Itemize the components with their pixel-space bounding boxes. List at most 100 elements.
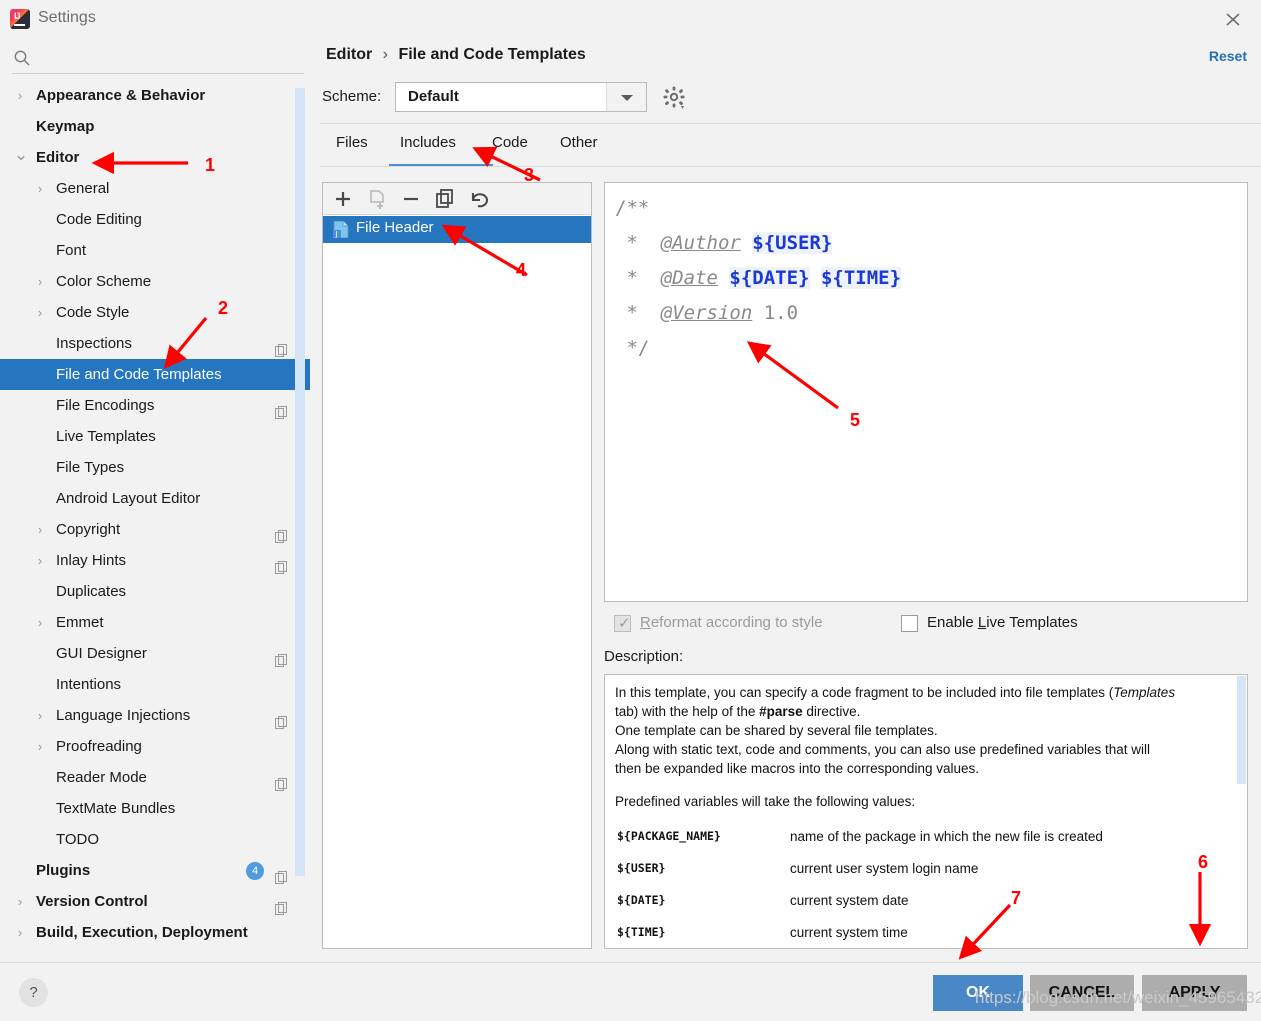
annotation-number-2: 2 xyxy=(218,298,229,318)
annotation-number-6: 6 xyxy=(1198,852,1209,872)
live-templates-checkbox[interactable] xyxy=(901,615,918,632)
sidebar-item-proofreading[interactable]: › Proofreading xyxy=(0,731,310,762)
sidebar-item-todo[interactable]: TODO xyxy=(0,824,310,855)
sidebar-item-label: Duplicates xyxy=(56,583,127,600)
sidebar-item-emmet[interactable]: › Emmet xyxy=(0,607,310,638)
help-button[interactable]: ? xyxy=(19,978,48,1007)
sidebar-item-editor[interactable]: ⌄ Editor xyxy=(0,142,310,173)
sidebar-item-label: Emmet xyxy=(56,614,104,631)
chevron-right-icon[interactable]: › xyxy=(34,297,46,328)
sidebar-item-inlay-hints[interactable]: › Inlay Hints xyxy=(0,545,310,576)
chevron-right-icon[interactable]: › xyxy=(34,731,46,762)
sidebar-item-language-injections[interactable]: › Language Injections xyxy=(0,700,310,731)
sidebar-scrollbar[interactable] xyxy=(295,88,305,876)
live-templates-label-post: ive Templates xyxy=(986,614,1078,631)
chevron-right-icon[interactable]: › xyxy=(34,173,46,204)
scheme-divider xyxy=(320,123,1261,124)
tab-other[interactable]: Other xyxy=(560,134,598,151)
sidebar-item-label: Inlay Hints xyxy=(56,552,127,569)
description-panel: In this template, you can specify a code… xyxy=(604,674,1248,949)
code-line: /** xyxy=(615,191,1237,226)
comment-text: /** xyxy=(615,197,650,219)
sidebar-item-file-encodings[interactable]: File Encodings xyxy=(0,390,310,421)
sidebar-item-live-templates[interactable]: Live Templates xyxy=(0,421,310,452)
project-scope-icon xyxy=(275,709,288,729)
tab-code[interactable]: Code xyxy=(492,134,528,151)
sidebar-item-label: Inspections xyxy=(56,335,132,352)
variable-description: current system date xyxy=(790,893,909,908)
sidebar-item-intentions[interactable]: Intentions xyxy=(0,669,310,700)
sidebar-item-label: Font xyxy=(56,242,87,259)
sidebar-item-font[interactable]: Font xyxy=(0,235,310,266)
chevron-down-icon[interactable] xyxy=(606,83,646,111)
search-input[interactable] xyxy=(36,46,294,68)
chevron-down-icon[interactable]: ⌄ xyxy=(14,142,28,168)
sidebar-item-textmate-bundles[interactable]: TextMate Bundles xyxy=(0,793,310,824)
sidebar-item-color-scheme[interactable]: › Color Scheme xyxy=(0,266,310,297)
sidebar-item-reader-mode[interactable]: Reader Mode xyxy=(0,762,310,793)
variable-row: ${TIME} current system time xyxy=(615,921,1215,948)
chevron-right-icon[interactable]: › xyxy=(34,514,46,545)
sidebar-item-code-style[interactable]: › Code Style xyxy=(0,297,310,328)
template-variable: ${TIME} xyxy=(820,267,902,289)
chevron-right-icon[interactable]: › xyxy=(14,886,26,917)
search-icon xyxy=(13,49,31,72)
template-tabs[interactable]: Files Includes Code Other xyxy=(320,131,1261,167)
add-icon[interactable] xyxy=(331,187,355,211)
chevron-right-icon[interactable]: › xyxy=(34,607,46,638)
breadcrumb-parent[interactable]: Editor xyxy=(326,46,372,63)
variable-row: ${DATE} current system date xyxy=(615,889,1215,921)
template-list-item[interactable]: J File Header xyxy=(323,216,591,243)
scheme-select[interactable]: Default xyxy=(395,82,647,112)
sidebar-item-version-control[interactable]: › Version Control xyxy=(0,886,310,917)
template-code-editor[interactable]: /** * @Author ${USER} * @Date ${DATE} ${… xyxy=(604,182,1248,602)
sidebar-item-appearance-behavior[interactable]: › Appearance & Behavior xyxy=(0,80,310,111)
project-scope-icon xyxy=(275,554,288,574)
sidebar-item-gui-designer[interactable]: GUI Designer xyxy=(0,638,310,669)
gear-icon[interactable] xyxy=(662,85,688,111)
chevron-right-icon[interactable]: › xyxy=(14,917,26,948)
tab-files[interactable]: Files xyxy=(336,134,368,151)
variable-name: ${DATE} xyxy=(617,893,666,907)
sidebar-item-duplicates[interactable]: Duplicates xyxy=(0,576,310,607)
sidebar-item-build-execution-deployment[interactable]: › Build, Execution, Deployment xyxy=(0,917,310,948)
live-templates-label: Enable Live Templates xyxy=(927,614,1078,631)
sidebar-item-file-and-code-templates[interactable]: File and Code Templates xyxy=(0,359,310,390)
sidebar-item-label: Copyright xyxy=(56,521,121,538)
remove-icon[interactable] xyxy=(399,187,423,211)
sidebar-item-keymap[interactable]: Keymap xyxy=(0,111,310,142)
tab-includes[interactable]: Includes xyxy=(400,134,456,151)
revert-icon[interactable] xyxy=(467,187,491,211)
description-scrollbar[interactable] xyxy=(1237,676,1246,784)
sidebar-item-copyright[interactable]: › Copyright xyxy=(0,514,310,545)
project-scope-icon xyxy=(275,647,288,667)
intellij-idea-logo-icon: IJ xyxy=(10,9,30,29)
chevron-right-icon[interactable]: › xyxy=(34,545,46,576)
comment-text: 1.0 xyxy=(752,302,799,324)
code-line: */ xyxy=(615,331,1237,366)
settings-tree[interactable]: › Appearance & Behavior Keymap ⌄ Editor › Gene… xyxy=(0,80,310,960)
sidebar-item-code-editing[interactable]: Code Editing xyxy=(0,204,310,235)
sidebar-item-label: Intentions xyxy=(56,676,122,693)
chevron-right-icon[interactable]: › xyxy=(14,80,26,111)
sidebar-item-plugins[interactable]: Plugins 4 xyxy=(0,855,310,886)
reset-link[interactable]: Reset xyxy=(1209,48,1247,64)
search-box[interactable] xyxy=(0,42,304,74)
chevron-right-icon[interactable]: › xyxy=(34,266,46,297)
sidebar-item-general[interactable]: › General xyxy=(0,173,310,204)
annotation-number-1: 1 xyxy=(205,155,216,175)
sidebar-item-label: Color Scheme xyxy=(56,273,152,290)
template-options: ✓ Reformat according to style Enable Liv… xyxy=(604,612,1261,638)
templates-toolbar[interactable] xyxy=(323,183,591,215)
chevron-right-icon[interactable]: › xyxy=(34,700,46,731)
copy-icon[interactable] xyxy=(433,187,457,211)
add-file-icon xyxy=(365,187,389,211)
variable-description: current user system login name xyxy=(790,861,979,876)
close-icon[interactable] xyxy=(1221,8,1245,30)
project-scope-icon xyxy=(275,337,288,357)
sidebar-item-android-layout-editor[interactable]: Android Layout Editor xyxy=(0,483,310,514)
sidebar-item-file-types[interactable]: File Types xyxy=(0,452,310,483)
sidebar-item-inspections[interactable]: Inspections xyxy=(0,328,310,359)
reformat-checkbox[interactable]: ✓ xyxy=(614,615,631,632)
